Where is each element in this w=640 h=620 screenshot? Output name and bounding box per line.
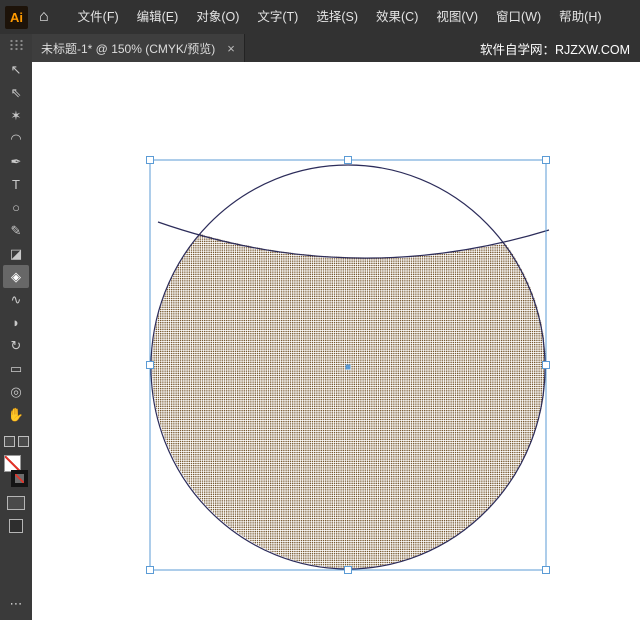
menu-window[interactable]: 窗口(W) — [487, 0, 550, 34]
hand-icon: ✋ — [8, 407, 24, 423]
lasso-tool[interactable]: ◠ — [3, 127, 29, 150]
menu-edit[interactable]: 编辑(E) — [128, 0, 188, 34]
pencil-tool[interactable]: ∿ — [3, 288, 29, 311]
home-icon[interactable]: ⌂ — [39, 0, 49, 34]
artboard-tool[interactable]: ▭ — [3, 357, 29, 380]
tools-panel: ↖ ⇖ ✶ ◠ ✒ T ○ ✎ ◪ ◈ ∿ ◗ ↻ ▭ ◎ ✋ ⋯ — [0, 34, 32, 620]
selection-tool-icon: ↖ — [11, 62, 22, 78]
draw-mode-group — [4, 436, 29, 447]
watermark-text: 软件自学网：RJZXW.COM — [480, 39, 640, 58]
document-tab-title: 未标题-1* @ 150% (CMYK/预览) — [41, 40, 215, 57]
eyedropper-icon: ◗ — [12, 315, 20, 330]
rotate-tool[interactable]: ↻ — [3, 334, 29, 357]
selection-handle-top-right[interactable] — [543, 157, 550, 164]
ellipse-icon: ○ — [12, 200, 20, 215]
selection-handle-top-center[interactable] — [345, 157, 352, 164]
stroke-swatch-none[interactable] — [11, 470, 28, 487]
live-paint-bucket-icon: ◈ — [11, 269, 21, 285]
menu-effect[interactable]: 效果(C) — [367, 0, 427, 34]
selection-center-point[interactable] — [346, 365, 351, 370]
menu-list: 文件(F) 编辑(E) 对象(O) 文字(T) 选择(S) 效果(C) 视图(V… — [69, 0, 611, 34]
pen-icon: ✒ — [11, 154, 22, 170]
zoom-icon: ◎ — [10, 384, 21, 400]
pen-tool[interactable]: ✒ — [3, 150, 29, 173]
rotate-icon: ↻ — [11, 338, 22, 354]
artboard-icon: ▭ — [10, 361, 22, 377]
direct-selection-tool[interactable]: ⇖ — [3, 81, 29, 104]
eyedropper-tool[interactable]: ◗ — [3, 311, 29, 334]
document-tab[interactable]: 未标题-1* @ 150% (CMYK/预览) × — [32, 34, 245, 62]
lasso-icon: ◠ — [10, 131, 21, 147]
menu-object[interactable]: 对象(O) — [187, 0, 248, 34]
selection-handle-mid-right[interactable] — [543, 362, 550, 369]
eraser-tool[interactable]: ◪ — [3, 242, 29, 265]
tab-close-icon[interactable]: × — [227, 41, 235, 56]
illustrator-logo-icon: Ai — [5, 6, 28, 29]
menu-view[interactable]: 视图(V) — [427, 0, 487, 34]
magic-wand-tool[interactable]: ✶ — [3, 104, 29, 127]
selection-handle-mid-left[interactable] — [147, 362, 154, 369]
fill-stroke-indicator[interactable] — [3, 455, 29, 487]
artboard-canvas[interactable] — [32, 62, 640, 620]
color-button[interactable] — [7, 496, 25, 510]
paintbrush-tool[interactable]: ✎ — [3, 219, 29, 242]
menu-file[interactable]: 文件(F) — [69, 0, 128, 34]
ellipse-tool[interactable]: ○ — [3, 196, 29, 219]
type-tool[interactable]: T — [3, 173, 29, 196]
magic-wand-icon: ✶ — [11, 108, 22, 124]
selection-handle-bottom-left[interactable] — [147, 567, 154, 574]
hand-tool[interactable]: ✋ — [3, 403, 29, 426]
menubar: Ai ⌂ 文件(F) 编辑(E) 对象(O) 文字(T) 选择(S) 效果(C)… — [0, 0, 640, 34]
document-tabbar: 未标题-1* @ 150% (CMYK/预览) × 软件自学网：RJZXW.CO… — [32, 34, 640, 62]
type-icon: T — [12, 177, 20, 192]
pattern-filled-region[interactable] — [152, 234, 546, 568]
menu-type[interactable]: 文字(T) — [248, 0, 307, 34]
menu-help[interactable]: 帮助(H) — [550, 0, 610, 34]
selection-handle-bottom-center[interactable] — [345, 567, 352, 574]
artwork-svg[interactable] — [32, 62, 640, 620]
selection-handle-bottom-right[interactable] — [543, 567, 550, 574]
zoom-tool[interactable]: ◎ — [3, 380, 29, 403]
eraser-icon: ◪ — [10, 246, 22, 262]
screen-mode-button[interactable] — [9, 519, 23, 533]
selection-tool[interactable]: ↖ — [3, 58, 29, 81]
direct-selection-tool-icon: ⇖ — [11, 85, 22, 101]
selection-handle-top-left[interactable] — [147, 157, 154, 164]
paintbrush-icon: ✎ — [11, 223, 22, 239]
toolbar-grip[interactable] — [9, 39, 23, 51]
toolbar-more-icon[interactable]: ⋯ — [10, 596, 23, 612]
draw-normal-icon[interactable] — [4, 436, 15, 447]
draw-behind-icon[interactable] — [18, 436, 29, 447]
live-paint-bucket-tool[interactable]: ◈ — [3, 265, 29, 288]
menu-select[interactable]: 选择(S) — [307, 0, 367, 34]
pencil-icon: ∿ — [11, 292, 22, 308]
